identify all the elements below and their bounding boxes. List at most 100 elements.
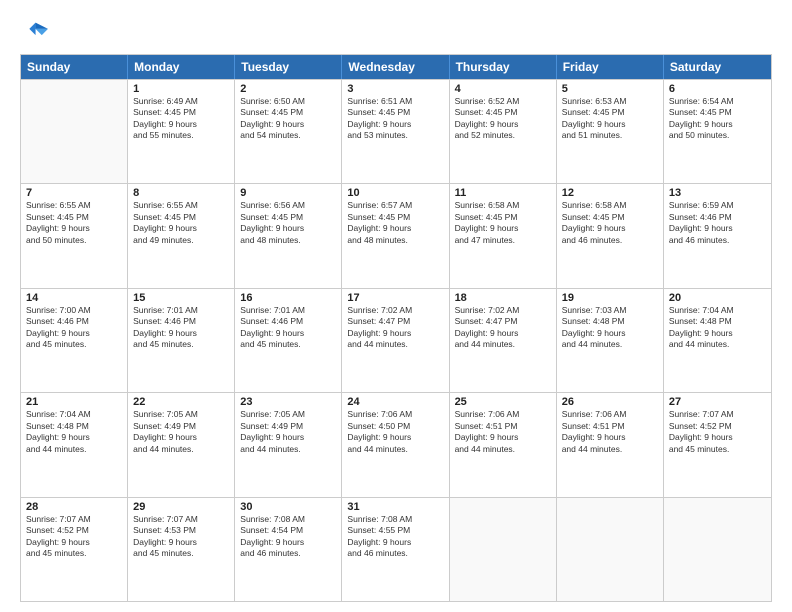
cell-info-line: Sunrise: 6:49 AM bbox=[133, 96, 229, 107]
page: SundayMondayTuesdayWednesdayThursdayFrid… bbox=[0, 0, 792, 612]
cell-info-line: Sunrise: 6:58 AM bbox=[562, 200, 658, 211]
cell-info-line: Sunset: 4:48 PM bbox=[26, 421, 122, 432]
cell-info-line: and 44 minutes. bbox=[133, 444, 229, 455]
cell-info-line: Daylight: 9 hours bbox=[26, 537, 122, 548]
cell-info-line: Sunset: 4:45 PM bbox=[133, 107, 229, 118]
cell-info-line: Sunset: 4:52 PM bbox=[26, 525, 122, 536]
day-number: 10 bbox=[347, 187, 443, 199]
calendar-cell-r5-c3: 30Sunrise: 7:08 AMSunset: 4:54 PMDayligh… bbox=[235, 498, 342, 601]
cell-info-line: Sunrise: 6:55 AM bbox=[26, 200, 122, 211]
cell-info-line: and 44 minutes. bbox=[347, 444, 443, 455]
day-number: 8 bbox=[133, 187, 229, 199]
calendar-cell-r1-c1 bbox=[21, 80, 128, 183]
cell-info-line: Sunrise: 7:07 AM bbox=[133, 514, 229, 525]
calendar-cell-r2-c4: 10Sunrise: 6:57 AMSunset: 4:45 PMDayligh… bbox=[342, 184, 449, 287]
cell-info-line: and 48 minutes. bbox=[347, 235, 443, 246]
calendar-cell-r3-c7: 20Sunrise: 7:04 AMSunset: 4:48 PMDayligh… bbox=[664, 289, 771, 392]
cell-info-line: Daylight: 9 hours bbox=[455, 119, 551, 130]
cell-info-line: Sunrise: 6:55 AM bbox=[133, 200, 229, 211]
cell-info-line: Daylight: 9 hours bbox=[455, 223, 551, 234]
cell-info-line: Daylight: 9 hours bbox=[562, 223, 658, 234]
day-number: 15 bbox=[133, 292, 229, 304]
calendar-cell-r4-c5: 25Sunrise: 7:06 AMSunset: 4:51 PMDayligh… bbox=[450, 393, 557, 496]
cell-info-line: and 45 minutes. bbox=[240, 339, 336, 350]
calendar-cell-r1-c6: 5Sunrise: 6:53 AMSunset: 4:45 PMDaylight… bbox=[557, 80, 664, 183]
cell-info-line: Daylight: 9 hours bbox=[347, 328, 443, 339]
cell-info-line: Sunset: 4:45 PM bbox=[26, 212, 122, 223]
cell-info-line: and 44 minutes. bbox=[455, 339, 551, 350]
logo bbox=[20, 18, 52, 46]
calendar-cell-r3-c4: 17Sunrise: 7:02 AMSunset: 4:47 PMDayligh… bbox=[342, 289, 449, 392]
day-number: 7 bbox=[26, 187, 122, 199]
cell-info-line: and 44 minutes. bbox=[347, 339, 443, 350]
day-number: 22 bbox=[133, 396, 229, 408]
calendar-row-1: 1Sunrise: 6:49 AMSunset: 4:45 PMDaylight… bbox=[21, 79, 771, 183]
weekday-header-thursday: Thursday bbox=[450, 55, 557, 79]
cell-info-line: Sunset: 4:45 PM bbox=[133, 212, 229, 223]
calendar-cell-r1-c2: 1Sunrise: 6:49 AMSunset: 4:45 PMDaylight… bbox=[128, 80, 235, 183]
calendar-cell-r3-c2: 15Sunrise: 7:01 AMSunset: 4:46 PMDayligh… bbox=[128, 289, 235, 392]
calendar-row-4: 21Sunrise: 7:04 AMSunset: 4:48 PMDayligh… bbox=[21, 392, 771, 496]
cell-info-line: and 45 minutes. bbox=[26, 548, 122, 559]
cell-info-line: and 45 minutes. bbox=[133, 339, 229, 350]
day-number: 20 bbox=[669, 292, 766, 304]
cell-info-line: Daylight: 9 hours bbox=[669, 223, 766, 234]
calendar-cell-r1-c7: 6Sunrise: 6:54 AMSunset: 4:45 PMDaylight… bbox=[664, 80, 771, 183]
calendar-row-5: 28Sunrise: 7:07 AMSunset: 4:52 PMDayligh… bbox=[21, 497, 771, 601]
cell-info-line: Sunrise: 7:01 AM bbox=[133, 305, 229, 316]
calendar-cell-r1-c5: 4Sunrise: 6:52 AMSunset: 4:45 PMDaylight… bbox=[450, 80, 557, 183]
cell-info-line: Sunset: 4:50 PM bbox=[347, 421, 443, 432]
calendar-cell-r3-c6: 19Sunrise: 7:03 AMSunset: 4:48 PMDayligh… bbox=[557, 289, 664, 392]
calendar-cell-r1-c3: 2Sunrise: 6:50 AMSunset: 4:45 PMDaylight… bbox=[235, 80, 342, 183]
cell-info-line: Sunset: 4:45 PM bbox=[669, 107, 766, 118]
cell-info-line: and 55 minutes. bbox=[133, 130, 229, 141]
day-number: 14 bbox=[26, 292, 122, 304]
cell-info-line: Sunrise: 7:06 AM bbox=[347, 409, 443, 420]
day-number: 30 bbox=[240, 501, 336, 513]
cell-info-line: Daylight: 9 hours bbox=[26, 223, 122, 234]
cell-info-line: Sunset: 4:45 PM bbox=[347, 212, 443, 223]
weekday-header-wednesday: Wednesday bbox=[342, 55, 449, 79]
calendar-cell-r3-c3: 16Sunrise: 7:01 AMSunset: 4:46 PMDayligh… bbox=[235, 289, 342, 392]
day-number: 13 bbox=[669, 187, 766, 199]
cell-info-line: Sunrise: 6:53 AM bbox=[562, 96, 658, 107]
cell-info-line: and 52 minutes. bbox=[455, 130, 551, 141]
cell-info-line: Sunset: 4:45 PM bbox=[455, 212, 551, 223]
day-number: 23 bbox=[240, 396, 336, 408]
cell-info-line: Daylight: 9 hours bbox=[240, 119, 336, 130]
cell-info-line: Sunset: 4:45 PM bbox=[240, 107, 336, 118]
cell-info-line: Sunrise: 7:00 AM bbox=[26, 305, 122, 316]
cell-info-line: Daylight: 9 hours bbox=[347, 119, 443, 130]
day-number: 4 bbox=[455, 83, 551, 95]
cell-info-line: and 51 minutes. bbox=[562, 130, 658, 141]
cell-info-line: Sunrise: 7:07 AM bbox=[26, 514, 122, 525]
cell-info-line: Sunset: 4:45 PM bbox=[562, 107, 658, 118]
day-number: 17 bbox=[347, 292, 443, 304]
cell-info-line: Daylight: 9 hours bbox=[562, 432, 658, 443]
calendar-cell-r2-c7: 13Sunrise: 6:59 AMSunset: 4:46 PMDayligh… bbox=[664, 184, 771, 287]
calendar-cell-r2-c5: 11Sunrise: 6:58 AMSunset: 4:45 PMDayligh… bbox=[450, 184, 557, 287]
cell-info-line: Sunset: 4:54 PM bbox=[240, 525, 336, 536]
logo-icon bbox=[20, 18, 48, 46]
cell-info-line: Sunset: 4:52 PM bbox=[669, 421, 766, 432]
cell-info-line: Sunset: 4:45 PM bbox=[455, 107, 551, 118]
cell-info-line: Daylight: 9 hours bbox=[669, 432, 766, 443]
cell-info-line: Daylight: 9 hours bbox=[133, 432, 229, 443]
cell-info-line: Daylight: 9 hours bbox=[133, 537, 229, 548]
cell-info-line: Sunset: 4:51 PM bbox=[562, 421, 658, 432]
cell-info-line: Sunset: 4:45 PM bbox=[562, 212, 658, 223]
cell-info-line: and 48 minutes. bbox=[240, 235, 336, 246]
day-number: 12 bbox=[562, 187, 658, 199]
calendar-row-2: 7Sunrise: 6:55 AMSunset: 4:45 PMDaylight… bbox=[21, 183, 771, 287]
day-number: 11 bbox=[455, 187, 551, 199]
cell-info-line: Sunset: 4:48 PM bbox=[562, 316, 658, 327]
cell-info-line: Daylight: 9 hours bbox=[347, 223, 443, 234]
calendar-cell-r3-c5: 18Sunrise: 7:02 AMSunset: 4:47 PMDayligh… bbox=[450, 289, 557, 392]
cell-info-line: Sunset: 4:49 PM bbox=[133, 421, 229, 432]
cell-info-line: Sunrise: 7:06 AM bbox=[562, 409, 658, 420]
cell-info-line: and 46 minutes. bbox=[669, 235, 766, 246]
cell-info-line: and 44 minutes. bbox=[455, 444, 551, 455]
cell-info-line: and 45 minutes. bbox=[133, 548, 229, 559]
calendar-cell-r4-c6: 26Sunrise: 7:06 AMSunset: 4:51 PMDayligh… bbox=[557, 393, 664, 496]
cell-info-line: Sunrise: 7:06 AM bbox=[455, 409, 551, 420]
